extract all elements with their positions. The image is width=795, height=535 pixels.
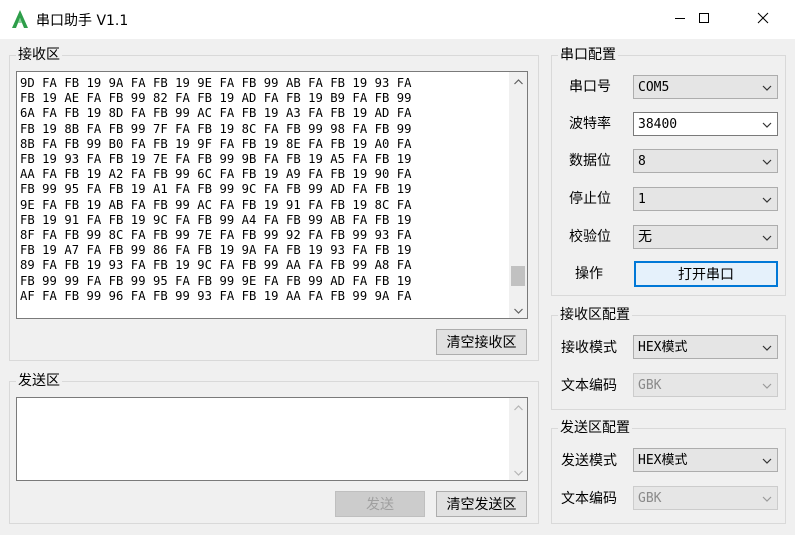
chevron-up-icon [513, 73, 523, 89]
chevron-down-icon [761, 82, 773, 94]
scroll-down-button[interactable] [509, 301, 527, 318]
send-config-title: 发送区配置 [558, 419, 632, 437]
green-logo-icon [10, 9, 30, 29]
receive-textarea[interactable]: 9D FA FB 19 9A FA FB 19 9E FA FB 99 AB F… [16, 71, 528, 319]
chevron-down-icon [513, 302, 523, 318]
chevron-down-icon [761, 342, 773, 354]
receive-line: FB 19 8B FA FB 99 7F FA FB 19 8C FA FB 9… [20, 121, 412, 136]
receive-config-title: 接收区配置 [558, 306, 632, 324]
port-label: 串口号 [569, 79, 611, 95]
parity-label: 校验位 [569, 229, 611, 245]
receive-line: 6A FA FB 19 8D FA FB 99 AC FA FB 19 A3 F… [20, 106, 412, 121]
receive-line: AF FA FB 99 96 FA FB 99 93 FA FB 19 AA F… [20, 288, 412, 303]
receive-encoding-value: GBK [638, 378, 662, 393]
databits-select[interactable]: 8 [633, 149, 778, 173]
send-mode-label: 发送模式 [561, 453, 617, 469]
action-label: 操作 [575, 266, 603, 282]
parity-value: 无 [638, 229, 652, 245]
receive-encoding-select[interactable]: GBK [633, 373, 778, 397]
scroll-up-button[interactable] [509, 72, 527, 89]
receive-line: 9E FA FB 19 AB FA FB 99 AC FA FB 19 91 F… [20, 197, 412, 212]
parity-select[interactable]: 无 [633, 225, 778, 249]
chevron-down-icon [761, 232, 773, 244]
databits-value: 8 [638, 154, 646, 169]
close-icon [757, 12, 769, 28]
send-group-title: 发送区 [16, 372, 62, 390]
title-bar[interactable]: 串口助手 V1.1 [0, 0, 795, 39]
receive-line: FB 19 91 FA FB 19 9C FA FB 99 A4 FA FB 9… [20, 212, 412, 227]
scroll-thumb[interactable] [511, 265, 525, 286]
receive-line: 89 FA FB 19 93 FA FB 19 9C FA FB 99 AA F… [20, 258, 412, 273]
clear-receive-button[interactable]: 清空接收区 [436, 329, 527, 355]
receive-line: FB 19 AE FA FB 99 82 FA FB 19 AD FA FB 1… [20, 91, 412, 106]
maximize-button[interactable] [681, 0, 727, 39]
scroll-down-button[interactable] [509, 463, 527, 480]
receive-line: 8B FA FB 99 B0 FA FB 19 9F FA FB 19 8E F… [20, 136, 412, 151]
send-scrollbar[interactable] [509, 398, 527, 480]
receive-group-title: 接收区 [16, 46, 62, 64]
receive-line: FB 19 93 FA FB 19 7E FA FB 99 9B FA FB 1… [20, 152, 412, 167]
open-port-button[interactable]: 打开串口 [634, 261, 778, 287]
window-title: 串口助手 V1.1 [36, 13, 129, 29]
stopbits-label: 停止位 [569, 191, 611, 207]
chevron-down-icon [761, 156, 773, 168]
baud-value: 38400 [638, 117, 678, 132]
chevron-down-icon [761, 493, 773, 505]
port-value: COM5 [638, 80, 670, 95]
receive-line: FB 99 95 FA FB 19 A1 FA FB 99 9C FA FB 9… [20, 182, 412, 197]
baud-select[interactable]: 38400 [633, 112, 778, 136]
send-encoding-select[interactable]: GBK [633, 486, 778, 510]
receive-mode-select[interactable]: HEX模式 [633, 335, 778, 359]
stopbits-value: 1 [638, 192, 646, 207]
send-encoding-value: GBK [638, 491, 662, 506]
receive-line: FB 99 99 FA FB 99 95 FA FB 99 9E FA FB 9… [20, 273, 412, 288]
serial-config-title: 串口配置 [558, 46, 618, 64]
chevron-down-icon [761, 455, 773, 467]
send-mode-select[interactable]: HEX模式 [633, 448, 778, 472]
close-button[interactable] [740, 0, 786, 39]
clear-send-button[interactable]: 清空发送区 [436, 491, 527, 517]
databits-label: 数据位 [569, 153, 611, 169]
chevron-down-icon [513, 464, 523, 480]
chevron-down-icon [761, 119, 773, 131]
baud-label: 波特率 [569, 116, 611, 132]
receive-mode-value: HEX模式 [638, 340, 688, 355]
receive-encoding-label: 文本编码 [561, 378, 617, 394]
send-mode-value: HEX模式 [638, 453, 688, 468]
chevron-down-icon [761, 380, 773, 392]
receive-mode-label: 接收模式 [561, 340, 617, 356]
receive-scrollbar[interactable] [509, 72, 527, 318]
receive-line: 9D FA FB 19 9A FA FB 19 9E FA FB 99 AB F… [20, 76, 412, 90]
maximize-icon [698, 12, 710, 28]
chevron-down-icon [761, 194, 773, 206]
receive-line: 8F FA FB 99 8C FA FB 99 7E FA FB 99 92 F… [20, 228, 412, 243]
stopbits-select[interactable]: 1 [633, 187, 778, 211]
send-textarea[interactable] [16, 397, 528, 481]
send-encoding-label: 文本编码 [561, 491, 617, 507]
chevron-up-icon [513, 399, 523, 415]
scroll-up-button[interactable] [509, 398, 527, 415]
receive-text: 9D FA FB 19 9A FA FB 19 9E FA FB 99 AB F… [20, 76, 506, 304]
receive-line: FB 19 A7 FA FB 99 86 FA FB 19 9A FA FB 1… [20, 243, 412, 258]
receive-line: AA FA FB 19 A2 FA FB 99 6C FA FB 19 A9 F… [20, 167, 412, 182]
send-button[interactable]: 发送 [335, 491, 425, 517]
port-select[interactable]: COM5 [633, 75, 778, 99]
